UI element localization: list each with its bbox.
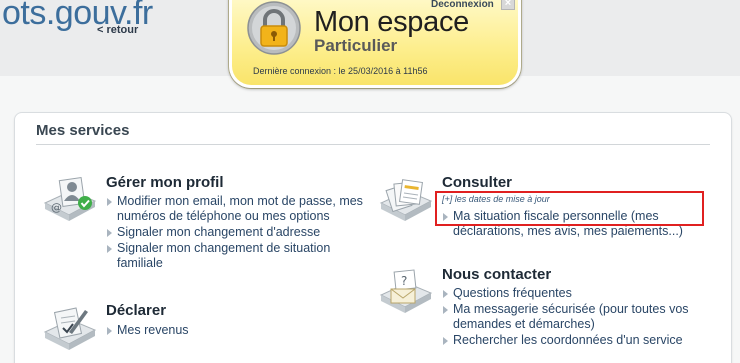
link-situation-familiale[interactable]: Signaler mon changement de situation fam…: [117, 241, 330, 270]
divider: [36, 144, 710, 145]
contact-title: Nous contacter: [442, 266, 552, 283]
declarer-links: Mes revenus: [106, 323, 306, 339]
list-item[interactable]: Signaler mon changement d'adresse: [106, 225, 378, 240]
declare-icon: [43, 307, 97, 350]
link-changement-adresse[interactable]: Signaler mon changement d'adresse: [117, 225, 320, 239]
list-item[interactable]: Ma messagerie sécurisée (pour toutes vos…: [442, 302, 712, 332]
last-login-text: Dernière connexion : le 25/03/2016 à 11h…: [253, 66, 428, 76]
lock-icon: [247, 1, 301, 55]
svg-text:@: @: [51, 201, 62, 214]
espace-title: Mon espace: [314, 6, 469, 38]
profil-links: Modifier mon email, mon mot de passe, me…: [106, 194, 378, 272]
link-questions-frequentes[interactable]: Questions fréquentes: [453, 286, 572, 300]
svg-text:?: ?: [401, 274, 407, 288]
retour-link[interactable]: < retour: [97, 24, 138, 36]
mon-espace-panel: Mon espace Particulier Deconnexion × Der…: [229, 0, 521, 88]
declarer-title: Déclarer: [106, 302, 167, 319]
list-item[interactable]: Rechercher les coordonnées d'un service: [442, 333, 712, 348]
mail-icon: ?: [379, 269, 433, 313]
documents-icon: [379, 179, 433, 221]
profil-title: Gérer mon profil: [106, 174, 224, 191]
contact-links: Questions fréquentes Ma messagerie sécur…: [442, 286, 712, 349]
list-item[interactable]: Signaler mon changement de situation fam…: [106, 241, 378, 271]
highlight-box: [435, 191, 704, 226]
deconnexion-link[interactable]: Deconnexion: [431, 0, 494, 10]
list-item[interactable]: Mes revenus: [106, 323, 306, 338]
services-card: Mes services @ Gérer mon profil Modifier…: [14, 112, 732, 363]
list-item[interactable]: Modifier mon email, mon mot de passe, me…: [106, 194, 378, 224]
link-messagerie-securisee[interactable]: Ma messagerie sécurisée (pour toutes vos…: [453, 302, 689, 331]
link-mes-revenus[interactable]: Mes revenus: [117, 323, 189, 337]
link-coordonnees-service[interactable]: Rechercher les coordonnées d'un service: [453, 333, 683, 347]
list-item[interactable]: Questions fréquentes: [442, 286, 712, 301]
espace-subtitle: Particulier: [314, 36, 398, 55]
link-modifier-email[interactable]: Modifier mon email, mon mot de passe, me…: [117, 194, 363, 223]
close-button[interactable]: ×: [501, 0, 515, 10]
consulter-title: Consulter: [442, 174, 513, 191]
profile-icon: @: [43, 177, 97, 221]
services-heading: Mes services: [36, 122, 130, 139]
